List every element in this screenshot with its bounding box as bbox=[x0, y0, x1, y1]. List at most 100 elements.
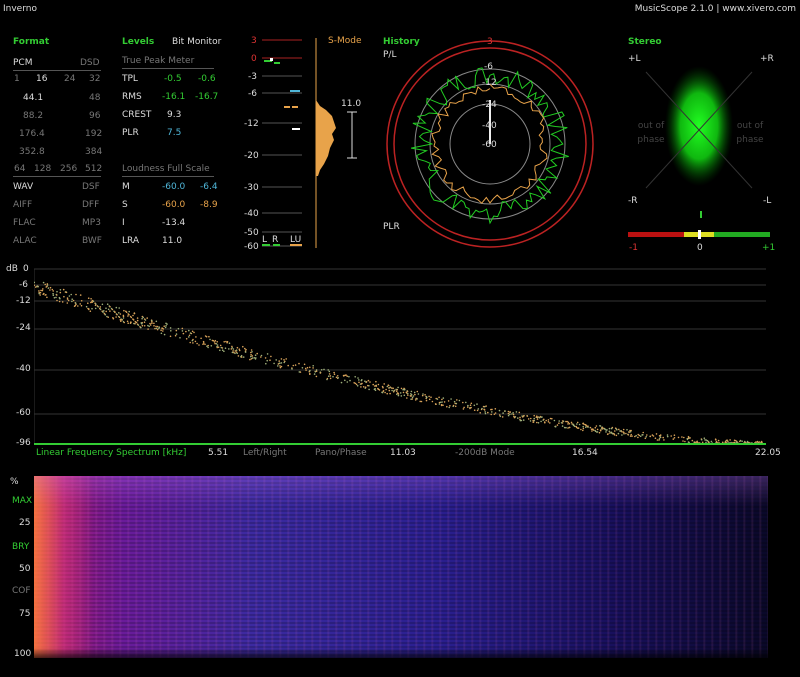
left-right-button[interactable]: Left/Right bbox=[243, 449, 287, 458]
spectrum-point bbox=[397, 386, 399, 389]
spectrum-point bbox=[70, 293, 72, 296]
spectrum-point bbox=[614, 430, 616, 432]
spectrum-x-11: 11.03 bbox=[390, 448, 416, 458]
spectrum-point bbox=[280, 358, 283, 360]
spectrum-point bbox=[658, 435, 661, 437]
spectrum-point bbox=[42, 281, 45, 284]
spectrum-point bbox=[358, 381, 360, 384]
spectrum-point bbox=[561, 420, 564, 422]
spectrum-point bbox=[623, 432, 625, 434]
spectrum-point bbox=[536, 418, 539, 420]
spectrum-point bbox=[682, 440, 684, 442]
spectrum-point bbox=[576, 423, 578, 425]
spectrum-point bbox=[465, 401, 467, 404]
spectrum-point bbox=[279, 366, 282, 369]
meter-scale-0: 0 bbox=[251, 54, 257, 64]
format-dff: DFF bbox=[82, 200, 100, 210]
spectrum-point bbox=[377, 387, 379, 390]
spectrum-point bbox=[672, 438, 675, 440]
spectrum-point bbox=[758, 441, 761, 443]
spectrum-point bbox=[88, 308, 90, 310]
spectrum-point bbox=[683, 436, 685, 439]
smode-label[interactable]: S-Mode bbox=[328, 37, 361, 46]
spectrum-point bbox=[346, 381, 349, 383]
spectrum-point bbox=[618, 428, 620, 431]
spectrum-point bbox=[541, 416, 543, 418]
corr-scale-0: 0 bbox=[697, 243, 703, 253]
spectrum-point bbox=[155, 325, 157, 328]
spectrum-point bbox=[389, 392, 391, 395]
spectrum-point bbox=[107, 308, 110, 311]
spectrum-point bbox=[103, 312, 106, 315]
spectrum-point bbox=[425, 396, 428, 398]
spectrum-point bbox=[403, 394, 406, 397]
spectrum-point bbox=[484, 411, 487, 413]
spectrum-point bbox=[469, 407, 471, 410]
rms-left: -16.1 bbox=[162, 92, 186, 102]
spectrum-point bbox=[109, 310, 111, 312]
lra-value: 11.0 bbox=[162, 236, 183, 246]
bit-24: 24 bbox=[64, 74, 76, 84]
spectrum-y-24: -24 bbox=[16, 323, 31, 333]
spectrum-point bbox=[154, 327, 156, 330]
bit-monitor-button[interactable]: Bit Monitor bbox=[172, 38, 221, 47]
spectrum-point bbox=[202, 340, 205, 343]
spectrum-point bbox=[216, 344, 219, 346]
spectrum-point bbox=[695, 441, 697, 444]
spectrum-point bbox=[223, 341, 225, 343]
spectrum-point bbox=[687, 437, 690, 439]
spectrum-point bbox=[59, 291, 62, 294]
plr-label: PLR bbox=[122, 128, 139, 138]
spectrum-point bbox=[141, 317, 143, 320]
dsd-256: 256 bbox=[60, 164, 78, 174]
spectrum-point bbox=[405, 391, 408, 394]
spectrum-point bbox=[75, 293, 77, 296]
spectrum-point bbox=[348, 375, 350, 378]
spectrum-point bbox=[384, 391, 386, 394]
spectrum-point bbox=[393, 390, 395, 392]
spectrum-point bbox=[572, 423, 574, 426]
format-header: Format bbox=[13, 37, 50, 47]
spectrum-point bbox=[250, 351, 252, 354]
spectrum-point bbox=[630, 433, 632, 436]
spectrum-point bbox=[556, 424, 559, 426]
spectrum-point bbox=[482, 405, 485, 408]
spectrum-point bbox=[613, 434, 616, 436]
spectrum-point bbox=[228, 348, 230, 350]
spectrum-point bbox=[135, 321, 137, 324]
history-scale-m24: -24 bbox=[482, 100, 497, 110]
meter-channel-r: R bbox=[272, 235, 279, 245]
m-left: -60.0 bbox=[162, 182, 186, 192]
spectrum-point bbox=[71, 300, 73, 303]
200db-mode-button[interactable]: -200dB Mode bbox=[455, 449, 515, 458]
spectrum-point bbox=[253, 357, 256, 359]
spectrum-point bbox=[696, 440, 698, 443]
spectrum-point bbox=[614, 427, 617, 429]
spectrum-point bbox=[77, 305, 79, 307]
spectrum-point bbox=[132, 314, 134, 317]
spectrum-point bbox=[136, 319, 139, 322]
meter-scale-m6: -6 bbox=[248, 89, 257, 99]
spectrum-point bbox=[400, 395, 403, 397]
spectrum-point bbox=[128, 314, 130, 316]
spectrum-point bbox=[473, 404, 476, 407]
spectrum-point bbox=[411, 396, 414, 399]
spectrum-point bbox=[375, 380, 377, 383]
spectrum-point bbox=[256, 352, 258, 355]
spectrum-point bbox=[254, 358, 257, 360]
spectrum-point bbox=[358, 379, 360, 381]
spectrum-point bbox=[65, 291, 68, 294]
spectrum-point bbox=[238, 349, 241, 352]
goniometer bbox=[645, 66, 753, 189]
spectrum-point bbox=[192, 342, 194, 344]
spectrum-point bbox=[452, 404, 455, 407]
spectrum-point bbox=[536, 421, 538, 424]
spectrum-point bbox=[507, 414, 510, 417]
spectrum-point bbox=[659, 436, 662, 439]
spectrum-point bbox=[94, 304, 97, 307]
spectrum-point bbox=[442, 397, 445, 399]
spectrum-point bbox=[568, 426, 571, 429]
pano-phase-button[interactable]: Pano/Phase bbox=[315, 449, 367, 458]
format-flac: FLAC bbox=[13, 218, 36, 228]
spectrogram-label-bry: BRY bbox=[12, 542, 30, 552]
